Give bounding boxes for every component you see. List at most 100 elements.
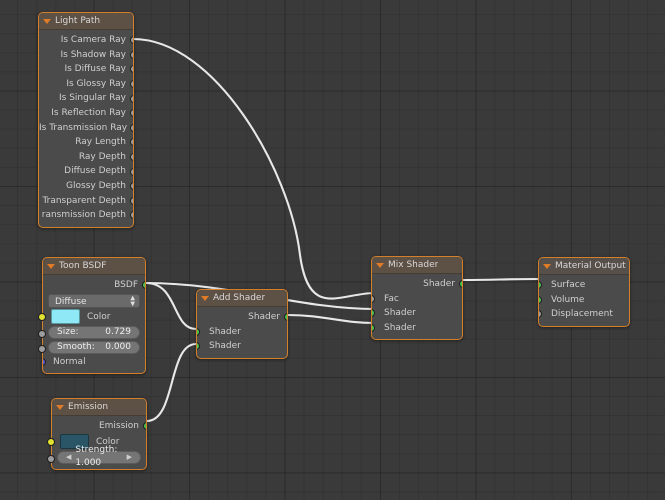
collapse-triangle-icon[interactable] bbox=[43, 18, 51, 24]
input-label: Shader bbox=[384, 308, 416, 319]
output-socket-row[interactable]: BSDF bbox=[43, 278, 145, 293]
collapse-triangle-icon[interactable] bbox=[56, 404, 64, 410]
socket-shader-input-2[interactable] bbox=[197, 342, 200, 351]
input-socket-row[interactable]: Fac bbox=[372, 292, 462, 307]
node-body-add-shader: Shader Shader Shader bbox=[197, 307, 287, 358]
node-toon-bsdf[interactable]: Toon BSDF BSDF Diffuse ▲ ▼ Color Size: 0… bbox=[38, 257, 146, 375]
socket-volume-input[interactable] bbox=[539, 295, 542, 304]
socket-is-transmission-ray[interactable] bbox=[130, 123, 133, 132]
socket-is-shadow-ray[interactable] bbox=[130, 50, 133, 59]
socket-displacement-input[interactable] bbox=[539, 310, 542, 319]
socket-is-reflection-ray[interactable] bbox=[130, 109, 133, 118]
output-socket-row[interactable]: Transparent Depth bbox=[39, 194, 133, 209]
node-emission[interactable]: Emission Emission Color ◀ Strength: 1.00… bbox=[47, 398, 147, 470]
color-input-row[interactable]: Color bbox=[38, 309, 145, 325]
socket-color-input[interactable] bbox=[47, 437, 55, 446]
node-body-mix-shader: Shader Fac Shader Shader bbox=[372, 274, 462, 339]
input-socket-row[interactable]: Shader bbox=[372, 306, 462, 321]
output-socket-row[interactable]: Is Glossy Ray bbox=[39, 77, 133, 92]
input-socket-row[interactable]: Shader bbox=[197, 325, 287, 340]
node-material-output[interactable]: Material Output Surface Volume Displacem… bbox=[538, 257, 630, 327]
output-socket-row[interactable]: Shader bbox=[197, 310, 287, 325]
output-socket-row[interactable]: ransmission Depth bbox=[39, 208, 133, 223]
socket-glossy-depth[interactable] bbox=[130, 182, 133, 191]
input-socket-row[interactable]: Shader bbox=[372, 321, 462, 336]
collapse-triangle-icon[interactable] bbox=[47, 263, 55, 269]
output-socket-row[interactable]: Is Diffuse Ray bbox=[39, 62, 133, 77]
output-socket-row[interactable]: Glossy Depth bbox=[39, 179, 133, 194]
node-header-material-output[interactable]: Material Output bbox=[539, 258, 629, 275]
distribution-dropdown[interactable]: Diffuse ▲ ▼ bbox=[48, 293, 140, 308]
socket-size-input[interactable] bbox=[38, 329, 46, 338]
smooth-slider[interactable]: Smooth: 0.000 bbox=[48, 340, 140, 354]
collapse-triangle-icon[interactable] bbox=[201, 295, 209, 301]
node-header-toon-bsdf[interactable]: Toon BSDF bbox=[43, 258, 145, 275]
socket-color-input[interactable] bbox=[38, 312, 46, 321]
socket-smooth-input[interactable] bbox=[38, 344, 46, 353]
socket-shader-output[interactable] bbox=[284, 313, 287, 322]
socket-transmission-depth[interactable] bbox=[130, 211, 133, 220]
node-title: Mix Shader bbox=[388, 260, 439, 270]
output-socket-row[interactable]: Diffuse Depth bbox=[39, 164, 133, 179]
input-socket-row[interactable]: Displacement bbox=[539, 307, 629, 322]
strength-label: Strength: 1.000 bbox=[75, 445, 118, 469]
socket-normal-input[interactable] bbox=[43, 357, 46, 366]
output-socket-row[interactable]: Is Reflection Ray bbox=[39, 106, 133, 121]
output-socket-row[interactable]: Shader bbox=[372, 277, 462, 292]
smooth-label: Smooth: bbox=[57, 341, 95, 352]
output-label: BSDF bbox=[114, 280, 138, 290]
socket-shader-input-1[interactable] bbox=[372, 309, 375, 318]
socket-shader-input-2[interactable] bbox=[372, 324, 375, 333]
node-light-path[interactable]: Light Path Is Camera Ray Is Shadow Ray I… bbox=[38, 12, 134, 228]
input-label: Fac bbox=[384, 293, 399, 304]
strength-slider[interactable]: ◀ Strength: 1.000 ▶ bbox=[57, 445, 141, 468]
output-label: Is Singular Ray bbox=[58, 93, 126, 104]
socket-transparent-depth[interactable] bbox=[130, 196, 133, 205]
chevron-left-icon[interactable]: ◀ bbox=[66, 451, 71, 464]
size-value: 0.729 bbox=[105, 326, 131, 337]
socket-surface-input[interactable] bbox=[539, 281, 542, 290]
output-label: Is Reflection Ray bbox=[51, 107, 126, 118]
input-socket-row[interactable]: Surface bbox=[539, 278, 629, 293]
chevron-right-icon[interactable]: ▶ bbox=[127, 451, 132, 464]
link-toon-to-addshader1 bbox=[144, 281, 198, 331]
socket-is-diffuse-ray[interactable] bbox=[130, 65, 133, 74]
collapse-triangle-icon[interactable] bbox=[543, 263, 551, 269]
output-socket-row[interactable]: Is Camera Ray bbox=[39, 33, 133, 48]
node-header-light-path[interactable]: Light Path bbox=[39, 13, 133, 30]
node-header-add-shader[interactable]: Add Shader bbox=[197, 290, 287, 307]
color-swatch[interactable] bbox=[51, 309, 80, 325]
output-socket-row[interactable]: Is Transmission Ray bbox=[39, 121, 133, 136]
node-mix-shader[interactable]: Mix Shader Shader Fac Shader Shader bbox=[371, 256, 463, 341]
output-socket-row[interactable]: Ray Length bbox=[39, 135, 133, 150]
node-add-shader[interactable]: Add Shader Shader Shader Shader bbox=[196, 289, 288, 359]
socket-is-camera-ray[interactable] bbox=[130, 36, 133, 45]
strength-slider-wrap: ◀ Strength: 1.000 ▶ bbox=[47, 445, 146, 468]
node-header-emission[interactable]: Emission bbox=[52, 399, 146, 416]
output-socket-row[interactable]: Is Singular Ray bbox=[39, 91, 133, 106]
socket-shader-output[interactable] bbox=[459, 280, 462, 289]
socket-fac-input[interactable] bbox=[372, 294, 375, 303]
socket-bsdf-output[interactable] bbox=[142, 281, 145, 290]
size-slider[interactable]: Size: 0.729 bbox=[48, 325, 140, 339]
socket-ray-length[interactable] bbox=[130, 138, 133, 147]
output-socket-row[interactable]: Is Shadow Ray bbox=[39, 48, 133, 63]
socket-strength-input[interactable] bbox=[47, 454, 55, 463]
normal-input-row[interactable]: Normal bbox=[43, 355, 145, 370]
socket-is-singular-ray[interactable] bbox=[130, 94, 133, 103]
output-socket-row[interactable]: Ray Depth bbox=[39, 150, 133, 165]
input-socket-row[interactable]: Shader bbox=[197, 339, 287, 354]
socket-diffuse-depth[interactable] bbox=[130, 167, 133, 176]
node-body-toon-bsdf: BSDF Diffuse ▲ ▼ Color Size: 0.729 Smoot… bbox=[38, 275, 145, 373]
socket-ray-depth[interactable] bbox=[130, 153, 133, 162]
node-editor-canvas[interactable]: Light Path Is Camera Ray Is Shadow Ray I… bbox=[0, 0, 665, 500]
socket-is-glossy-ray[interactable] bbox=[130, 80, 133, 89]
collapse-triangle-icon[interactable] bbox=[376, 262, 384, 268]
socket-emission-output[interactable] bbox=[143, 422, 146, 431]
socket-shader-input-1[interactable] bbox=[197, 327, 200, 336]
input-socket-row[interactable]: Volume bbox=[539, 293, 629, 308]
output-socket-row[interactable]: Emission bbox=[52, 419, 146, 434]
node-title: Add Shader bbox=[213, 293, 266, 303]
input-label: Volume bbox=[551, 294, 585, 305]
node-header-mix-shader[interactable]: Mix Shader bbox=[372, 257, 462, 274]
